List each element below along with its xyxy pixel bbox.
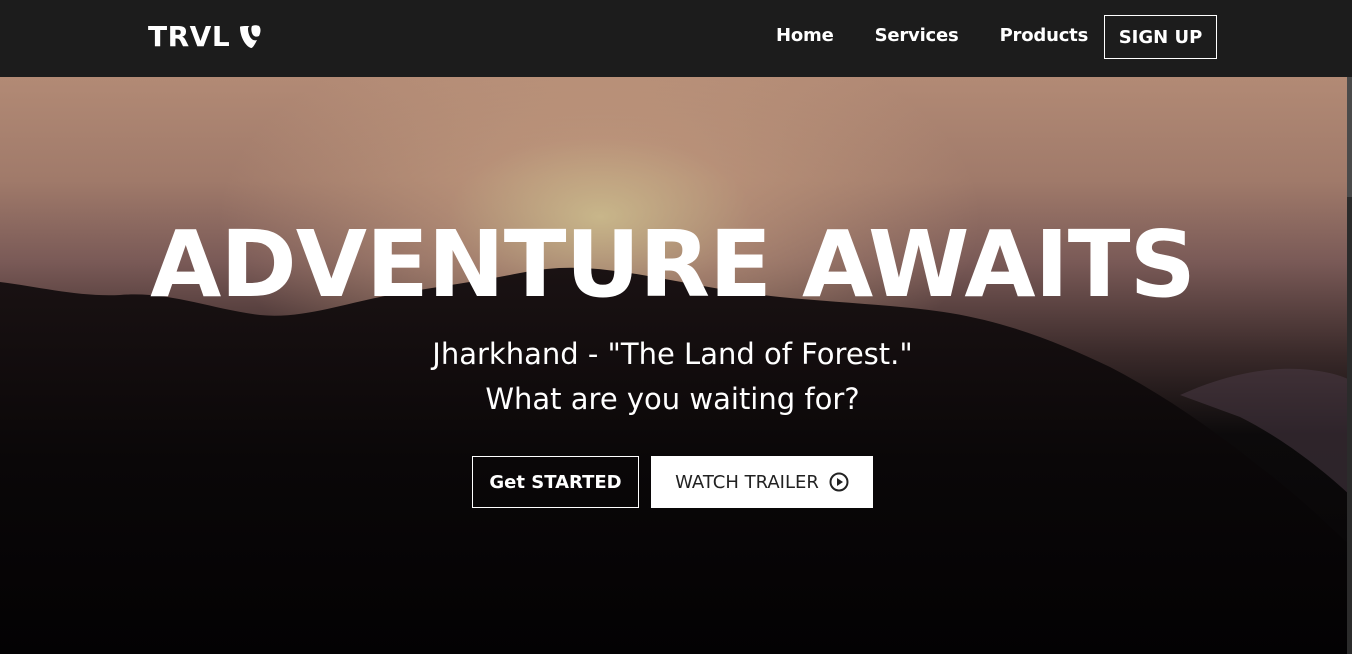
typo3-icon — [237, 24, 263, 50]
get-started-button[interactable]: Get STARTED — [472, 456, 639, 508]
play-circle-icon — [829, 472, 849, 492]
nav-links: Home Services Products — [776, 25, 1088, 46]
watch-trailer-label: WATCH TRAILER — [675, 471, 819, 493]
hero-subtitle-line1: Jharkhand - "The Land of Forest." — [432, 337, 913, 371]
logo-text: TRVL — [148, 20, 231, 53]
watch-trailer-button[interactable]: WATCH TRAILER — [651, 456, 873, 508]
nav-link-home[interactable]: Home — [776, 25, 834, 46]
nav-link-services[interactable]: Services — [875, 25, 959, 46]
logo[interactable]: TRVL — [148, 20, 263, 53]
nav-link-products[interactable]: Products — [1000, 25, 1089, 46]
scrollbar-thumb[interactable] — [1347, 77, 1352, 197]
navbar: TRVL Home Services Products SIGN UP — [0, 0, 1352, 77]
sign-up-button[interactable]: SIGN UP — [1104, 15, 1217, 59]
hero-subtitle-line2: What are you waiting for? — [485, 382, 860, 416]
hero-title: ADVENTURE AWAITS — [150, 211, 1196, 318]
